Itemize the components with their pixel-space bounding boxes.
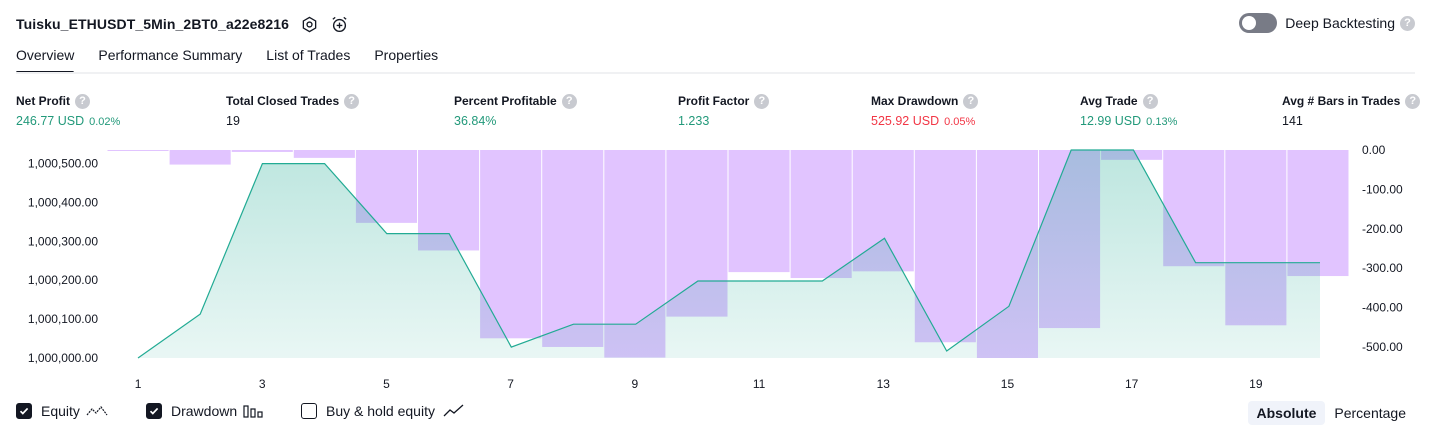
right-axis-tick: -200.00 <box>1362 222 1403 236</box>
tab-overview[interactable]: Overview <box>16 47 75 74</box>
drawdown-bars-icon <box>243 404 263 418</box>
metric-net-profit: Net Profit? 246.77 USD 0.02% <box>16 93 120 128</box>
metric-percent-profitable: Percent Profitable? 36.84% <box>454 93 577 128</box>
right-axis-tick: -100.00 <box>1362 182 1403 196</box>
equity-legend-toggle[interactable]: Equity <box>16 403 108 419</box>
drawdown-legend-toggle[interactable]: Drawdown <box>146 403 263 419</box>
tabs-divider <box>16 72 1415 74</box>
equity-line-icon <box>86 404 108 418</box>
report-tabs: Overview Performance Summary List of Tra… <box>16 47 462 74</box>
strategy-header: Tuisku_ETHUSDT_5Min_2BT0_a22e8216 <box>16 14 349 34</box>
settings-gear-icon[interactable] <box>299 14 319 34</box>
drawdown-bar <box>293 150 355 158</box>
info-icon[interactable]: ? <box>75 93 90 109</box>
left-axis-tick: 1,000,500.00 <box>28 157 98 171</box>
info-icon[interactable]: ? <box>963 93 979 109</box>
absolute-mode-button[interactable]: Absolute <box>1247 401 1326 425</box>
buy-hold-legend-label: Buy & hold equity <box>326 403 435 419</box>
left-axis-tick: 1,000,300.00 <box>28 234 98 248</box>
closed-trades-value: 19 <box>226 114 240 128</box>
avg-bars-value: 141 <box>1282 114 1303 128</box>
right-axis-tick: -400.00 <box>1362 301 1403 315</box>
right-axis-tick: 0.00 <box>1362 143 1386 157</box>
drawdown-legend-label: Drawdown <box>171 403 238 419</box>
strategy-title: Tuisku_ETHUSDT_5Min_2BT0_a22e8216 <box>16 16 290 32</box>
metric-label: Avg # Bars in Trades <box>1282 94 1401 108</box>
equity-checkbox[interactable] <box>16 403 32 419</box>
buy-hold-line-icon <box>443 404 465 418</box>
tab-list-of-trades[interactable]: List of Trades <box>266 47 350 71</box>
x-axis-tick: 1 <box>135 377 142 391</box>
x-axis-tick: 3 <box>259 377 266 391</box>
metric-label: Net Profit <box>16 94 70 108</box>
metric-avg-trade: Avg Trade? 12.99 USD 0.13% <box>1080 93 1177 128</box>
drawdown-bar <box>107 150 169 151</box>
x-axis-tick: 17 <box>1125 377 1139 391</box>
metric-label: Avg Trade <box>1080 94 1138 108</box>
metric-total-closed-trades: Total Closed Trades? 19 <box>226 93 360 128</box>
drawdown-bar <box>169 150 231 165</box>
drawdown-bar <box>231 150 293 152</box>
max-drawdown-percent: 0.05% <box>944 116 976 128</box>
tab-properties[interactable]: Properties <box>374 47 438 71</box>
info-icon[interactable]: ? <box>754 93 770 109</box>
info-icon[interactable]: ? <box>1405 93 1421 109</box>
x-axis-tick: 5 <box>383 377 390 391</box>
help-icon[interactable]: ? <box>1400 15 1415 31</box>
scale-mode-switch: Absolute Percentage <box>1247 401 1416 425</box>
metric-label: Profit Factor <box>678 94 750 108</box>
x-axis-tick: 15 <box>1001 377 1015 391</box>
equity-drawdown-chart[interactable]: 1,000,500.00 1,000,400.00 1,000,300.00 1,00… <box>0 140 1431 395</box>
deep-backtesting-label: Deep Backtesting <box>1285 15 1395 31</box>
avg-trade-value: 12.99 USD <box>1080 114 1142 128</box>
metric-avg-bars: Avg # Bars in Trades? 141 <box>1282 93 1421 128</box>
metric-label: Max Drawdown <box>871 94 959 108</box>
net-profit-percent: 0.02% <box>89 116 121 128</box>
info-icon[interactable]: ? <box>344 93 360 109</box>
x-axis-tick: 13 <box>877 377 891 391</box>
deep-backtesting-toggle[interactable] <box>1239 13 1278 33</box>
drawdown-bar <box>1287 150 1349 277</box>
left-axis-tick: 1,000,200.00 <box>28 273 98 287</box>
percent-profitable-value: 36.84% <box>454 114 497 128</box>
left-axis-tick: 1,000,400.00 <box>28 195 98 209</box>
right-axis-tick: -300.00 <box>1362 261 1403 275</box>
tab-performance-summary[interactable]: Performance Summary <box>98 47 242 71</box>
x-axis-tick: 7 <box>507 377 514 391</box>
metric-label: Total Closed Trades <box>226 94 340 108</box>
max-drawdown-value: 525.92 USD <box>871 114 940 128</box>
deep-backtesting-control: Deep Backtesting ? <box>1239 13 1415 33</box>
avg-trade-percent: 0.13% <box>1146 116 1178 128</box>
drawdown-checkbox[interactable] <box>146 403 162 419</box>
left-axis-tick: 1,000,000.00 <box>28 351 98 365</box>
profit-factor-value: 1.233 <box>678 114 710 128</box>
alarm-add-icon[interactable] <box>329 14 349 34</box>
percentage-mode-button[interactable]: Percentage <box>1325 401 1415 425</box>
drawdown-bar <box>728 150 790 273</box>
buy-hold-legend-toggle[interactable]: Buy & hold equity <box>301 403 465 419</box>
left-axis-tick: 1,000,100.00 <box>28 312 98 326</box>
x-axis-tick: 19 <box>1249 377 1263 391</box>
net-profit-value: 246.77 USD <box>16 114 85 128</box>
buy-hold-checkbox[interactable] <box>301 403 317 419</box>
equity-legend-label: Equity <box>41 403 80 419</box>
x-axis-tick: 9 <box>632 377 639 391</box>
metric-label: Percent Profitable <box>454 94 557 108</box>
info-icon[interactable]: ? <box>1142 93 1158 109</box>
x-axis-tick: 11 <box>753 377 766 391</box>
right-axis-tick: -500.00 <box>1362 340 1403 354</box>
info-icon[interactable]: ? <box>561 93 577 109</box>
drawdown-bar <box>790 150 852 279</box>
metric-max-drawdown: Max Drawdown? 525.92 USD 0.05% <box>871 93 979 128</box>
metric-profit-factor: Profit Factor? 1.233 <box>678 93 770 128</box>
drawdown-bar <box>542 150 604 347</box>
